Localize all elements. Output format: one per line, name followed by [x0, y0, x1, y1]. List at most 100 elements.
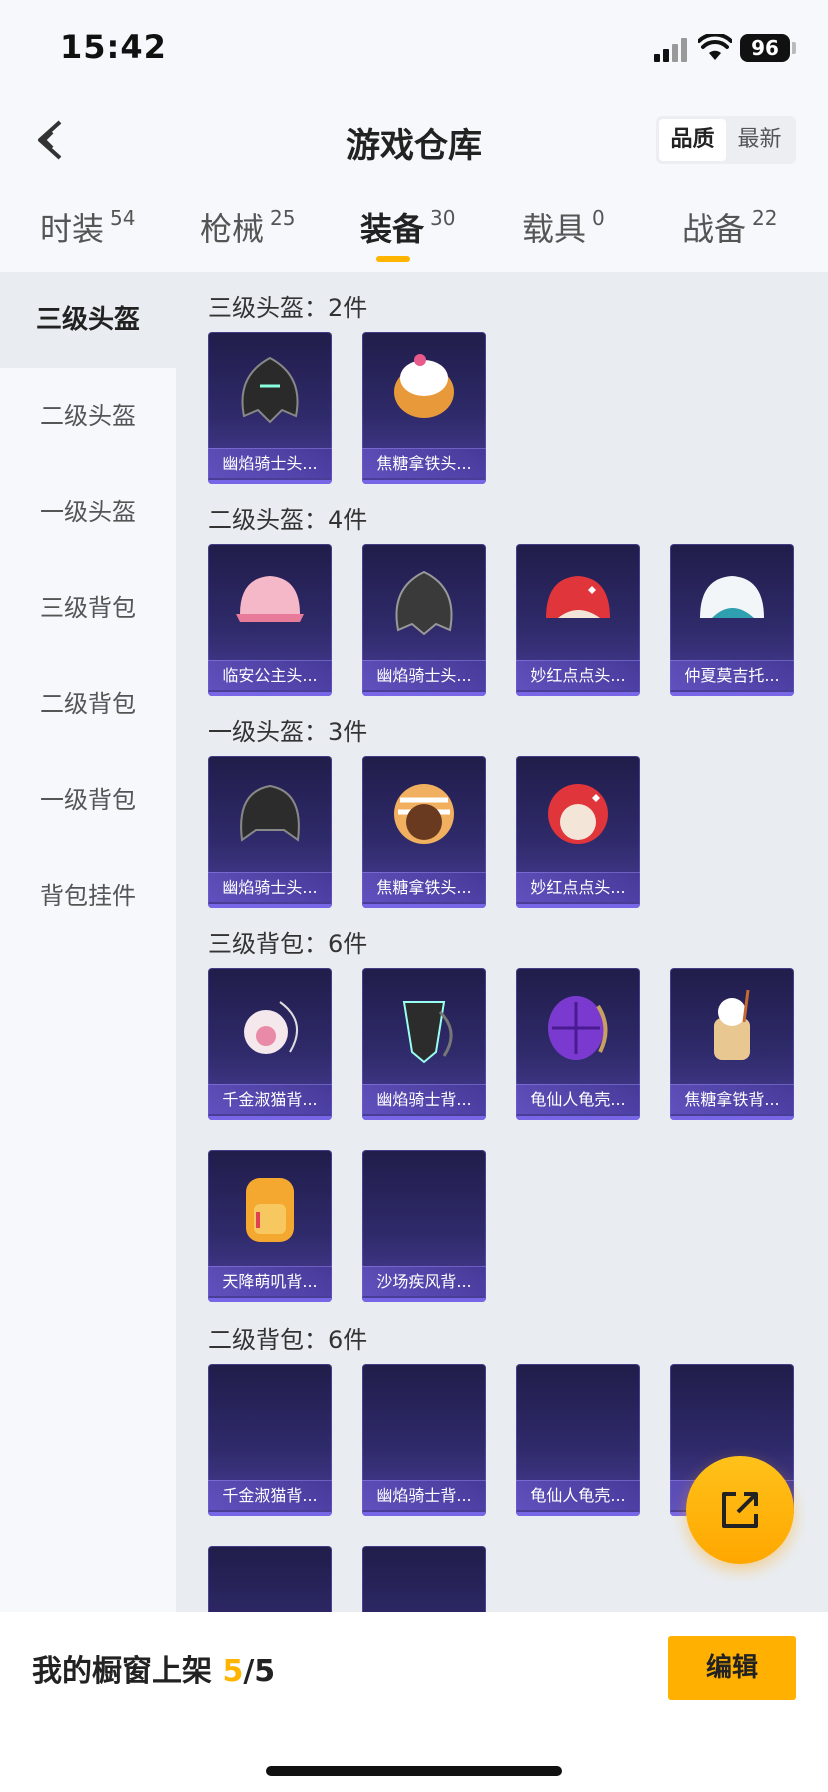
tab-guns[interactable]: 枪械 25 [200, 204, 295, 250]
item-name: 幽焰骑士头... [208, 448, 332, 478]
backpack-icon [244, 1001, 299, 1054]
item-name: 幽焰骑士背... [362, 1084, 486, 1114]
item-card[interactable]: 焦糖拿铁头... [362, 756, 486, 908]
item-name: 焦糖拿铁头... [362, 448, 486, 478]
sidebar-item-level3-helmet[interactable]: 三级头盔 [0, 272, 176, 368]
tab-count: 22 [752, 206, 778, 230]
shelf-status: 我的橱窗上架 5/5 [32, 1646, 275, 1690]
battery-tip [792, 42, 796, 54]
item-card[interactable]: 沙场疾风背... [362, 1150, 486, 1302]
item-card[interactable]: 幽焰骑士头... [362, 544, 486, 696]
item-card[interactable]: 龟仙人龟壳... [516, 1364, 640, 1516]
item-name: 焦糖拿铁背... [670, 1084, 794, 1114]
share-fab-button[interactable] [686, 1456, 794, 1564]
helmet-icon [394, 354, 454, 418]
sidebar-item-level1-helmet[interactable]: 一级头盔 [0, 464, 176, 560]
item-grid: 三级头盔：2件 幽焰骑士头... 焦糖拿铁头... 二级头盔：4件 临安公主头.… [176, 272, 828, 1612]
tab-count: 54 [110, 206, 136, 230]
item-name: 幽焰骑士背... [362, 1480, 486, 1510]
helmet-icon [394, 784, 454, 844]
tab-fashion[interactable]: 时装 54 [40, 204, 135, 250]
item-card[interactable]: 龟仙人龟壳... [516, 968, 640, 1120]
category-tabs: 时装 54 枪械 25 装备 30 载具 0 战备 22 [0, 196, 828, 266]
item-name: 天降萌叽背... [208, 1266, 332, 1296]
sort-quality-button[interactable]: 品质 [659, 119, 726, 161]
item-card[interactable]: 幽焰骑士背... [362, 968, 486, 1120]
backpack-icon [548, 996, 608, 1060]
item-card[interactable]: 临安公主头... [208, 544, 332, 696]
item-name: 临安公主头... [208, 660, 332, 690]
item-name: 龟仙人龟壳... [516, 1084, 640, 1114]
sidebar-item-level3-backpack[interactable]: 三级背包 [0, 560, 176, 656]
backpack-icon [402, 1001, 453, 1064]
battery-indicator: 96 [740, 34, 790, 62]
item-card[interactable]: 仲夏莫吉托... [670, 544, 794, 696]
item-card[interactable]: 幽焰骑士背... [362, 1364, 486, 1516]
item-name: 千金淑猫背... [208, 1084, 332, 1114]
sidebar-item-backpack-pendant[interactable]: 背包挂件 [0, 848, 176, 944]
tab-label: 装备 [360, 210, 425, 248]
item-name: 沙场疾风背... [362, 1266, 486, 1296]
wifi-icon [698, 34, 732, 60]
item-card[interactable]: 妙红点点头... [516, 544, 640, 696]
item-name: 龟仙人龟壳... [516, 1480, 640, 1510]
shelf-label: 我的橱窗上架 [32, 1654, 223, 1689]
backpack-icon [714, 989, 750, 1060]
cellular-signal-icon [654, 38, 688, 62]
tab-label: 枪械 [200, 210, 265, 248]
tab-count: 30 [430, 206, 456, 230]
helmet-icon [395, 570, 453, 636]
helmet-icon [236, 576, 304, 622]
item-card[interactable]: 千金淑猫背... [208, 1364, 332, 1516]
item-name: 幽焰骑士头... [208, 872, 332, 902]
share-icon [722, 1492, 758, 1528]
tab-count: 25 [270, 206, 296, 230]
sort-toggle: 品质 最新 [656, 116, 796, 164]
item-name: 仲夏莫吉托... [670, 660, 794, 690]
item-card[interactable]: 焦糖拿铁背... [670, 968, 794, 1120]
tab-count: 0 [592, 206, 605, 230]
status-bar: 15:42 96 [0, 0, 828, 100]
sort-newest-button[interactable]: 最新 [726, 119, 793, 161]
item-name: 千金淑猫背... [208, 1480, 332, 1510]
item-name: 幽焰骑士头... [362, 660, 486, 690]
sidebar-item-level2-helmet[interactable]: 二级头盔 [0, 368, 176, 464]
edit-button[interactable]: 编辑 [668, 1636, 796, 1700]
helmet-icon [241, 356, 299, 424]
tab-label: 载具 [522, 210, 587, 248]
item-name: 焦糖拿铁头... [362, 872, 486, 902]
section-title: 二级头盔：4件 [208, 506, 368, 534]
item-card[interactable]: 天降萌叽背... [208, 1150, 332, 1302]
tab-gear[interactable]: 战备 22 [682, 204, 777, 250]
helmet-icon [700, 576, 764, 618]
bottom-bar: 我的橱窗上架 5/5 编辑 [0, 1612, 828, 1792]
item-card[interactable]: 幽焰骑士头... [208, 332, 332, 484]
tab-label: 战备 [682, 210, 747, 248]
tab-vehicles[interactable]: 载具 0 [522, 204, 605, 250]
backpack-icon [246, 1178, 294, 1242]
helmet-icon [548, 784, 608, 844]
active-tab-indicator [376, 256, 410, 262]
item-name: 妙红点点头... [516, 872, 640, 902]
item-card[interactable]: 妙红点点头... [516, 756, 640, 908]
sidebar-item-level2-backpack[interactable]: 二级背包 [0, 656, 176, 752]
sidebar-item-level1-backpack[interactable]: 一级背包 [0, 752, 176, 848]
item-card[interactable]: 焦糖拿铁头... [362, 332, 486, 484]
shelf-total: /5 [243, 1654, 276, 1689]
item-card[interactable] [362, 1546, 486, 1612]
tab-label: 时装 [40, 210, 105, 248]
section-title: 三级头盔：2件 [208, 294, 368, 322]
home-indicator [266, 1766, 562, 1776]
section-title: 三级背包：6件 [208, 930, 368, 958]
tab-equipment[interactable]: 装备 30 [360, 204, 455, 250]
item-card[interactable]: 千金淑猫背... [208, 968, 332, 1120]
item-name: 妙红点点头... [516, 660, 640, 690]
helmet-icon [546, 576, 610, 618]
section-title: 二级背包：6件 [208, 1326, 368, 1354]
header: 游戏仓库 品质 最新 [0, 100, 828, 180]
item-card[interactable]: 幽焰骑士头... [208, 756, 332, 908]
item-card[interactable] [208, 1546, 332, 1612]
helmet-icon [240, 784, 300, 842]
status-time: 15:42 [60, 28, 167, 66]
section-title: 一级头盔：3件 [208, 718, 368, 746]
